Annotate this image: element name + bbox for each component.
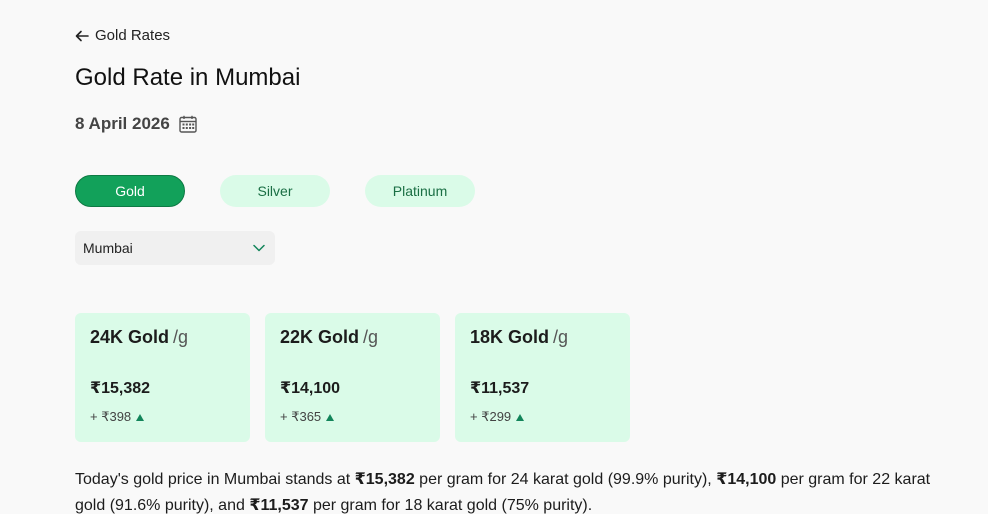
card-karat: 18K Gold: [470, 327, 550, 347]
city-select[interactable]: Mumbai: [75, 231, 275, 265]
city-select-value: Mumbai: [83, 240, 133, 256]
date-row: 8 April 2026: [75, 114, 197, 134]
description-price-24k: ₹15,382: [354, 471, 415, 488]
card-title: 24K Gold/g: [90, 327, 235, 348]
card-price: ₹15,382: [90, 380, 151, 397]
description-text: per gram for 24 karat gold (99.9% purity…: [414, 471, 717, 488]
tab-gold[interactable]: Gold: [75, 175, 185, 207]
description-paragraph: Today's gold price in Mumbai stands at ₹…: [75, 467, 955, 514]
calendar-icon[interactable]: [179, 115, 197, 133]
up-arrow-icon: [326, 413, 335, 421]
card-change-value: + ₹398: [90, 409, 132, 424]
description-price-18k: ₹11,537: [249, 497, 309, 514]
card-change: + ₹299: [470, 409, 525, 425]
card-karat: 22K Gold: [280, 327, 360, 347]
page: Gold Rates Gold Rate in Mumbai 8 April 2…: [0, 0, 988, 514]
card-change-value: + ₹365: [280, 409, 322, 424]
tab-platinum[interactable]: Platinum: [365, 175, 475, 207]
card-change: + ₹365: [280, 409, 335, 425]
arrow-left-icon: [75, 30, 89, 41]
card-unit: /g: [363, 327, 379, 347]
card-title: 18K Gold/g: [470, 327, 615, 348]
card-price: ₹14,100: [280, 380, 341, 397]
rate-card-24k: 24K Gold/g ₹15,382 + ₹398: [75, 313, 250, 442]
card-change-value: + ₹299: [470, 409, 512, 424]
rate-card-22k: 22K Gold/g ₹14,100 + ₹365: [265, 313, 440, 442]
rate-cards: 24K Gold/g ₹15,382 + ₹398 22K Gold/g ₹14…: [75, 313, 630, 442]
up-arrow-icon: [136, 413, 145, 421]
card-change: + ₹398: [90, 409, 145, 425]
card-karat: 24K Gold: [90, 327, 170, 347]
card-price: ₹11,537: [470, 380, 530, 397]
card-title: 22K Gold/g: [280, 327, 425, 348]
card-unit: /g: [173, 327, 189, 347]
page-title: Gold Rate in Mumbai: [75, 64, 301, 91]
back-link[interactable]: Gold Rates: [75, 27, 170, 44]
chevron-down-icon: [253, 244, 265, 252]
card-unit: /g: [553, 327, 569, 347]
up-arrow-icon: [516, 413, 525, 421]
description-price-22k: ₹14,100: [716, 471, 777, 488]
rate-card-18k: 18K Gold/g ₹11,537 + ₹299: [455, 313, 630, 442]
date-text: 8 April 2026: [75, 114, 170, 133]
tab-silver[interactable]: Silver: [220, 175, 330, 207]
description-text: per gram for 18 karat gold (75% purity).: [308, 497, 593, 514]
description-text: Today's gold price in Mumbai stands at: [75, 471, 355, 488]
back-link-label: Gold Rates: [95, 27, 171, 44]
metal-tabs: Gold Silver Platinum: [75, 175, 475, 207]
